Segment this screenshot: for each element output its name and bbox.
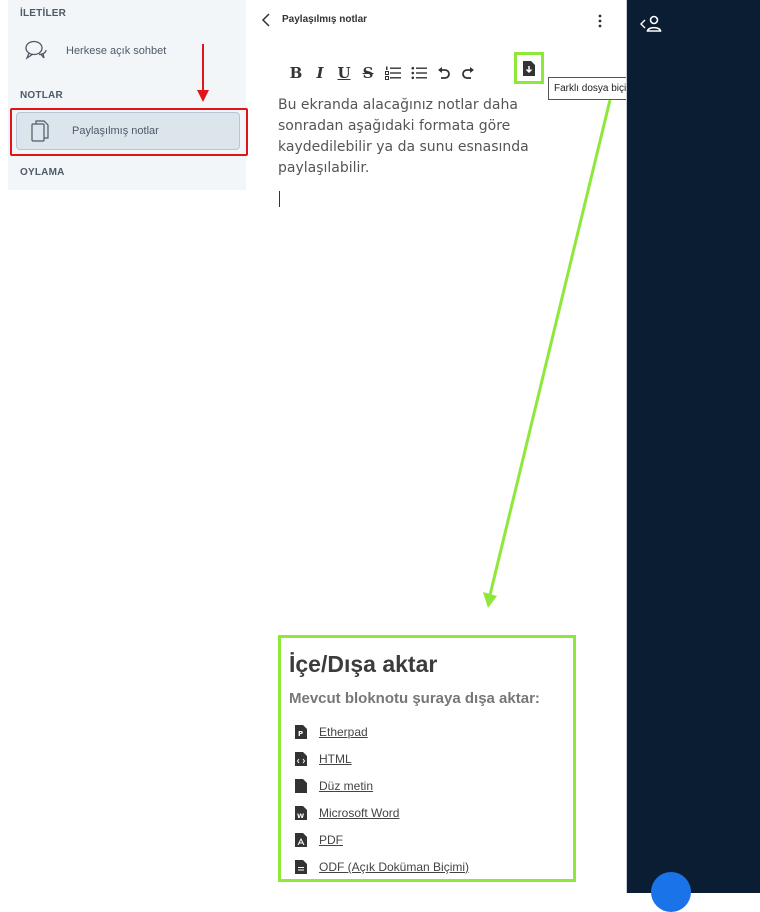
shared-notes-label: Paylaşılmış notlar xyxy=(72,125,159,137)
notes-section-title: NOTLAR xyxy=(20,90,63,101)
export-plain-text-link[interactable]: Düz metin xyxy=(319,779,373,793)
user-list-toggle-icon[interactable] xyxy=(639,14,665,34)
undo-button[interactable] xyxy=(434,61,454,85)
text-caret xyxy=(279,191,280,207)
presentation-area xyxy=(627,0,760,912)
redo-button[interactable] xyxy=(458,61,478,85)
underline-button[interactable]: U xyxy=(334,61,354,85)
import-export-button[interactable] xyxy=(514,52,544,84)
public-chat-label: Herkese açık sohbet xyxy=(66,45,167,57)
file-word-icon: W xyxy=(295,805,307,820)
file-pdf-icon xyxy=(295,832,307,847)
list-item: ODF (Açık Doküman Biçimi) xyxy=(295,853,469,880)
more-options-icon[interactable] xyxy=(594,13,606,29)
notes-panel-title[interactable]: Paylaşılmış notlar xyxy=(282,14,367,25)
import-export-subtitle: Mevcut bloknotu şuraya dışa aktar: xyxy=(289,690,540,707)
undo-icon xyxy=(438,67,450,79)
export-etherpad-link[interactable]: Etherpad xyxy=(319,725,368,739)
list-item: HTML xyxy=(295,745,469,772)
unordered-list-button[interactable] xyxy=(408,61,430,85)
notes-panel-header: Paylaşılmış notlar xyxy=(260,10,620,32)
notes-editor-text[interactable]: Bu ekranda alacağınız notlar daha sonrad… xyxy=(278,95,568,179)
italic-button[interactable]: I xyxy=(310,61,330,85)
polling-section-title: OYLAMA xyxy=(20,167,65,178)
list-item: P Etherpad xyxy=(295,718,469,745)
ordered-list-button[interactable] xyxy=(382,61,404,85)
file-text-icon xyxy=(295,778,307,793)
list-item: Düz metin xyxy=(295,772,469,799)
list-item: W Microsoft Word xyxy=(295,799,469,826)
file-etherpad-icon: P xyxy=(295,724,307,739)
file-odf-icon xyxy=(295,859,307,874)
import-export-title: İçe/Dışa aktar xyxy=(289,651,438,677)
ordered-list-icon xyxy=(385,66,401,80)
file-download-icon xyxy=(523,60,535,76)
list-item: PDF xyxy=(295,826,469,853)
public-chat-item[interactable]: Herkese açık sohbet xyxy=(24,36,166,66)
export-format-list: P Etherpad HTML Düz metin W Microsoft Wo… xyxy=(295,718,469,880)
editor-toolbar: B I U S xyxy=(286,58,482,88)
export-odf-link[interactable]: ODF (Açık Doküman Biçimi) xyxy=(319,860,469,874)
annotation-red-arrow xyxy=(197,44,209,102)
shared-notes-item[interactable]: Paylaşılmış notlar xyxy=(16,112,240,150)
export-pdf-link[interactable]: PDF xyxy=(319,833,343,847)
chevron-left-icon[interactable] xyxy=(260,12,274,28)
redo-icon xyxy=(462,67,474,79)
svg-text:P: P xyxy=(298,730,303,738)
svg-text:W: W xyxy=(297,812,304,820)
chat-bubbles-icon xyxy=(25,40,47,60)
bold-button[interactable]: B xyxy=(286,61,306,85)
import-export-card: İçe/Dışa aktar Mevcut bloknotu şuraya dı… xyxy=(278,635,576,882)
strikethrough-button[interactable]: S xyxy=(358,61,378,85)
actions-fab-button[interactable] xyxy=(651,872,691,912)
export-html-link[interactable]: HTML xyxy=(319,752,352,766)
file-code-icon xyxy=(295,751,307,766)
copy-document-icon xyxy=(31,120,49,142)
export-word-link[interactable]: Microsoft Word xyxy=(319,806,399,820)
messages-section-title: İLETİLER xyxy=(20,8,67,19)
bullet-list-icon xyxy=(411,66,427,80)
